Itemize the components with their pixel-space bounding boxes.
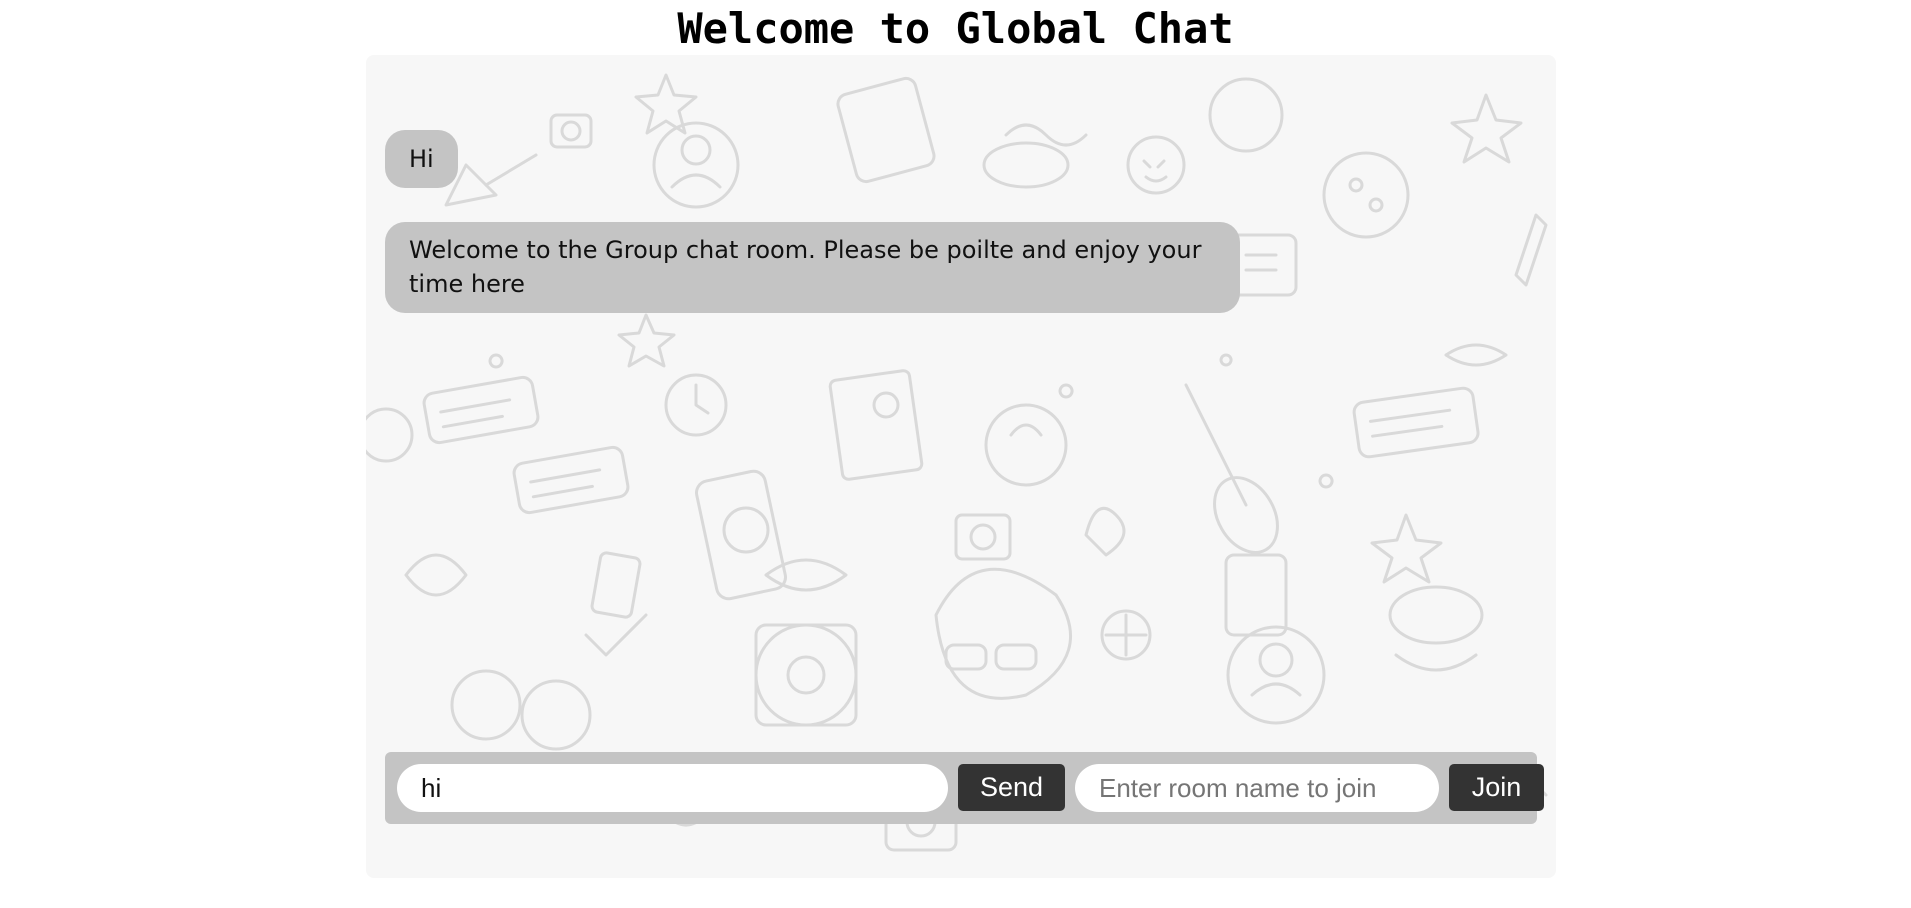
message-bubble: Hi [385, 130, 458, 188]
send-button[interactable]: Send [958, 764, 1065, 811]
chat-window: Hi Welcome to the Group chat room. Pleas… [366, 55, 1556, 878]
message-input[interactable] [397, 764, 948, 812]
message-row: Welcome to the Group chat room. Please b… [385, 222, 1535, 313]
message-bubble: Welcome to the Group chat room. Please b… [385, 222, 1240, 313]
message-list: Hi Welcome to the Group chat room. Pleas… [385, 130, 1535, 347]
page-title: Welcome to Global Chat [677, 4, 1234, 53]
composer-bar: Send Join [385, 752, 1544, 824]
room-name-input[interactable] [1075, 764, 1439, 812]
join-button[interactable]: Join [1449, 764, 1544, 811]
message-row: Hi [385, 130, 1535, 188]
